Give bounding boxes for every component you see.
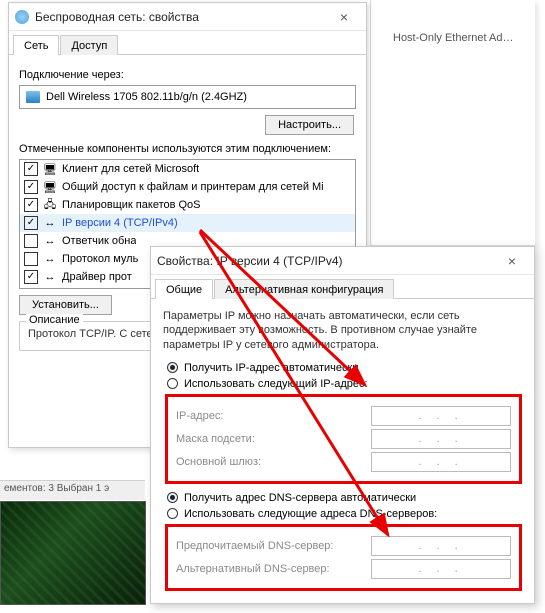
- connect-via-label: Подключение через:: [19, 69, 356, 81]
- radio-icon[interactable]: [167, 362, 178, 373]
- item-label: Клиент для сетей Microsoft: [62, 163, 199, 175]
- network-globe-icon: [15, 10, 29, 24]
- ipv4-properties-dialog: Свойства: IP версии 4 (TCP/IPv4) × Общие…: [150, 246, 535, 604]
- window-title: Беспроводная сеть: свойства: [35, 10, 328, 24]
- dns-alt-input[interactable]: . . .: [371, 559, 511, 579]
- ip-address-label: IP-адрес:: [176, 410, 371, 422]
- radio-ip-manual[interactable]: Использовать следующий IP-адрес:: [167, 378, 524, 390]
- ip-fields-group: IP-адрес: . . . Маска подсети: . . . Осн…: [165, 394, 522, 484]
- fragment-text: Host-Only Ethernet Ad…: [393, 32, 531, 44]
- checkbox-icon[interactable]: ✓: [24, 198, 38, 212]
- client-icon: 🖥: [43, 162, 57, 176]
- protocol-icon: ↔: [43, 252, 57, 266]
- tabs: Общие Альтернативная конфигурация: [151, 275, 534, 299]
- checkbox-icon[interactable]: ✓: [24, 216, 38, 230]
- dns-fields-group: Предпочитаемый DNS-сервер: . . . Альтерн…: [165, 524, 522, 591]
- close-icon[interactable]: ×: [496, 253, 528, 269]
- titlebar: Свойства: IP версии 4 (TCP/IPv4) ×: [151, 247, 534, 275]
- qos-icon: 🖧: [43, 198, 57, 212]
- radio-icon[interactable]: [167, 378, 178, 389]
- tab-alternative[interactable]: Альтернативная конфигурация: [214, 279, 394, 299]
- share-icon: 🖥: [43, 180, 57, 194]
- item-label: IP версии 4 (TCP/IPv4): [62, 217, 178, 229]
- radio-dns-auto[interactable]: Получить адрес DNS-сервера автоматически: [167, 492, 524, 504]
- close-icon[interactable]: ×: [328, 9, 360, 25]
- dns-alt-label: Альтернативный DNS-сервер:: [176, 563, 371, 575]
- ip-address-input[interactable]: . . .: [371, 406, 511, 426]
- checkbox-icon[interactable]: [24, 234, 38, 248]
- dns-pref-input[interactable]: . . .: [371, 536, 511, 556]
- gateway-input[interactable]: . . .: [371, 452, 511, 472]
- subnet-input[interactable]: . . .: [371, 429, 511, 449]
- radio-icon[interactable]: [167, 492, 178, 503]
- protocol-icon: ↔: [43, 234, 57, 248]
- window-title: Свойства: IP версии 4 (TCP/IPv4): [157, 254, 496, 268]
- item-label: Ответчик обна: [62, 235, 136, 247]
- info-text: Параметры IP можно назначать автоматичес…: [163, 309, 522, 352]
- radio-label: Получить IP-адрес автоматически: [184, 362, 358, 374]
- checkbox-icon[interactable]: ✓: [24, 162, 38, 176]
- gateway-label: Основной шлюз:: [176, 456, 371, 468]
- radio-label: Использовать следующие адреса DNS-сервер…: [184, 508, 437, 520]
- radio-ip-auto[interactable]: Получить IP-адрес автоматически: [167, 362, 524, 374]
- adapter-name: Dell Wireless 1705 802.11b/g/n (2.4GHZ): [46, 91, 247, 103]
- explorer-statusbar: ементов: 3 Выбран 1 э: [0, 480, 145, 500]
- item-label: Общий доступ к файлам и принтерам для се…: [62, 181, 324, 193]
- radio-dns-manual[interactable]: Использовать следующие адреса DNS-сервер…: [167, 508, 524, 520]
- radio-label: Получить адрес DNS-сервера автоматически: [184, 492, 416, 504]
- checkbox-icon[interactable]: ✓: [24, 270, 38, 284]
- adapter-selector[interactable]: Dell Wireless 1705 802.11b/g/n (2.4GHZ): [19, 85, 356, 109]
- titlebar: Беспроводная сеть: свойства ×: [9, 3, 366, 31]
- background-window-fragment: Host-Only Ethernet Ad…: [370, 0, 535, 246]
- item-label: Протокол муль: [62, 253, 138, 265]
- install-button[interactable]: Установить...: [19, 295, 112, 315]
- dns-pref-label: Предпочитаемый DNS-сервер:: [176, 540, 371, 552]
- adapter-icon: [26, 91, 40, 103]
- protocol-icon: ↔: [43, 216, 57, 230]
- tabs: Сеть Доступ: [9, 31, 366, 55]
- radio-label: Использовать следующий IP-адрес:: [184, 378, 368, 390]
- protocol-icon: ↔: [43, 270, 57, 284]
- list-item[interactable]: ✓ 🖥 Клиент для сетей Microsoft: [20, 160, 355, 178]
- components-label: Отмеченные компоненты используются этим …: [19, 143, 356, 155]
- configure-button[interactable]: Настроить...: [265, 115, 354, 135]
- tab-general[interactable]: Общие: [155, 279, 213, 299]
- radio-icon[interactable]: [167, 508, 178, 519]
- tab-network[interactable]: Сеть: [13, 35, 59, 55]
- description-legend: Описание: [26, 314, 83, 326]
- preview-thumbnail: [0, 501, 146, 605]
- list-item-ipv4[interactable]: ✓ ↔ IP версии 4 (TCP/IPv4): [20, 214, 355, 232]
- checkbox-icon[interactable]: [24, 252, 38, 266]
- checkbox-icon[interactable]: ✓: [24, 180, 38, 194]
- subnet-label: Маска подсети:: [176, 433, 371, 445]
- item-label: Драйвер прот: [62, 271, 132, 283]
- item-label: Планировщик пакетов QoS: [62, 199, 201, 211]
- list-item[interactable]: ✓ 🖥 Общий доступ к файлам и принтерам дл…: [20, 178, 355, 196]
- tab-access[interactable]: Доступ: [60, 35, 118, 55]
- list-item[interactable]: ✓ 🖧 Планировщик пакетов QoS: [20, 196, 355, 214]
